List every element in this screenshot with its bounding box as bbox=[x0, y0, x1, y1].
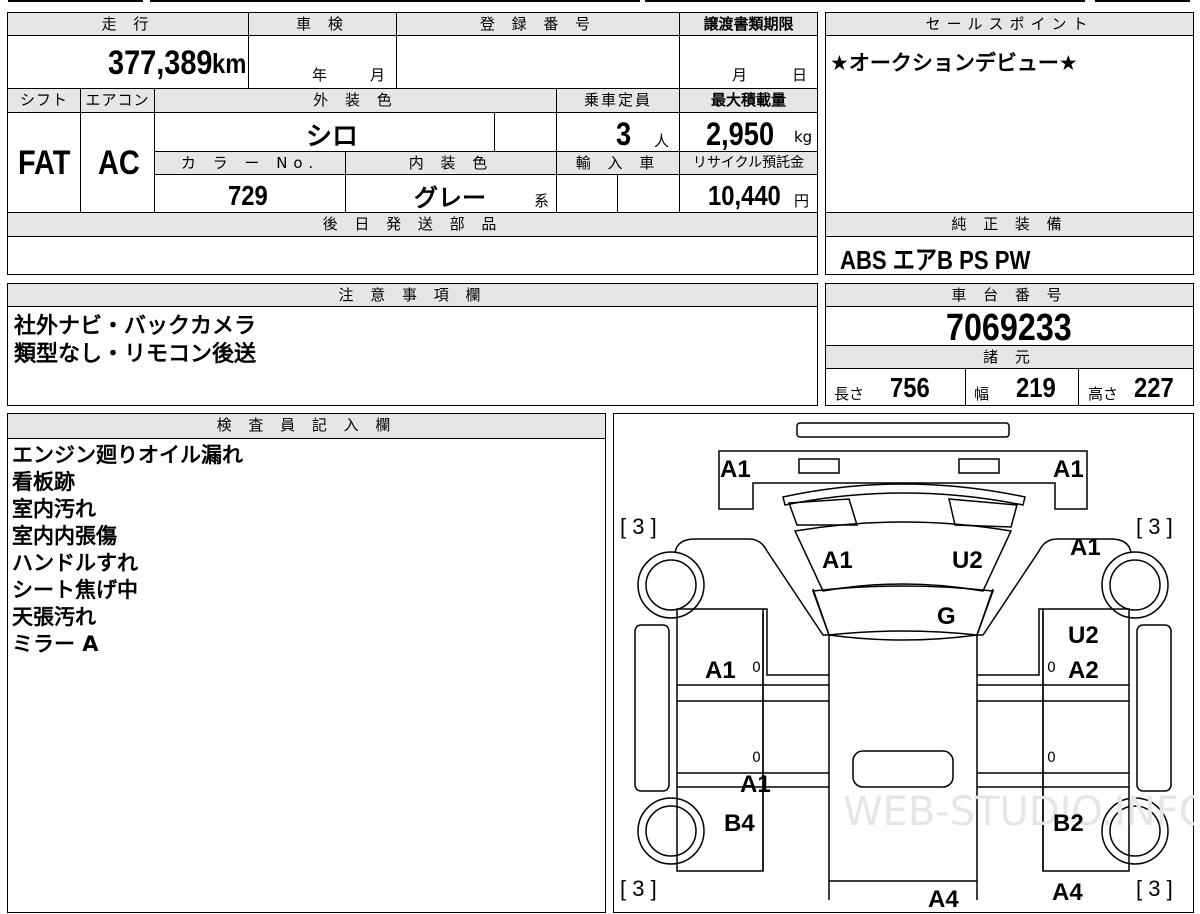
max-load-unit: kg bbox=[794, 128, 813, 146]
length-label: 長さ bbox=[834, 385, 865, 403]
shift-value: FAT bbox=[18, 144, 71, 182]
import-header: 輸 入 車 bbox=[556, 151, 680, 175]
sales-point-header: セールスポイント bbox=[825, 12, 1194, 36]
inspector-line-8: ミラー A bbox=[12, 632, 99, 656]
mark-zero: 0 bbox=[1047, 750, 1056, 766]
aircon-value: AC bbox=[98, 144, 140, 182]
chassis-number: 7069233 bbox=[946, 307, 1072, 349]
mark-zero: 0 bbox=[1047, 660, 1056, 676]
max-load-header: 最大積載量 bbox=[679, 88, 818, 113]
capacity-header: 乗車定員 bbox=[556, 88, 680, 113]
inspection-header: 車 検 bbox=[248, 12, 397, 36]
inspector-header: 検 査 員 記 入 欄 bbox=[7, 413, 606, 439]
mark-rear-center-bottom: A4 bbox=[928, 886, 959, 913]
interior-color-suffix: 系 bbox=[534, 192, 550, 210]
top-edge-line bbox=[645, 0, 1085, 2]
mark-front-right-top: A1 bbox=[1053, 456, 1084, 483]
chassis-header: 車 台 番 号 bbox=[825, 283, 1194, 307]
mark-front-left-top: A1 bbox=[720, 456, 751, 483]
sales-point-box bbox=[825, 12, 1194, 213]
transfer-deadline-header: 譲渡書類期限 bbox=[679, 12, 818, 36]
mark-windshield-right: U2 bbox=[952, 547, 983, 574]
mark-right-door: A2 bbox=[1068, 657, 1099, 684]
sales-point-text: ★オークションデビュー★ bbox=[830, 51, 1078, 75]
watermark-text: WEB-STUDIO.INFO bbox=[843, 789, 1194, 835]
genuine-equipment-header: 純 正 装 備 bbox=[825, 212, 1194, 237]
capacity-unit: 人 bbox=[654, 132, 670, 150]
notes-line-2: 類型なし・リモコン後送 bbox=[14, 342, 257, 367]
notes-line-1: 社外ナビ・バックカメラ bbox=[14, 314, 257, 339]
mark-zero: 0 bbox=[752, 750, 761, 766]
divider bbox=[396, 36, 397, 88]
max-load-value: 2,950 bbox=[706, 116, 775, 152]
exterior-color-header: 外 装 色 bbox=[154, 88, 557, 113]
mark-tire-fl: [ 3 ] bbox=[620, 514, 657, 539]
later-parts-header: 後 日 発 送 部 品 bbox=[7, 212, 818, 237]
color-no-value: 729 bbox=[228, 180, 268, 211]
inspector-line-2: 看板跡 bbox=[12, 470, 75, 494]
mark-tire-fr: [ 3 ] bbox=[1136, 514, 1173, 539]
top-edge-line bbox=[150, 0, 640, 2]
inspector-line-5: ハンドルすれ bbox=[12, 551, 138, 575]
mark-left-door: A1 bbox=[705, 657, 736, 684]
truck-diagram: WEB-STUDIO.INFO bbox=[634, 422, 1194, 900]
registration-header: 登 録 番 号 bbox=[396, 12, 680, 36]
exterior-color-value: シロ bbox=[306, 122, 359, 152]
mark-hood: G bbox=[937, 603, 956, 630]
aircon-header: エアコン bbox=[80, 88, 155, 113]
divider bbox=[494, 113, 495, 151]
color-no-header: カ ラ ー No. bbox=[154, 151, 346, 175]
inspection-month-label: 月 bbox=[370, 66, 386, 84]
interior-color-header: 内 装 色 bbox=[345, 151, 557, 175]
recycle-fee-value: 10,440 bbox=[708, 180, 781, 211]
inspector-line-7: 天張汚れ bbox=[12, 605, 96, 629]
notes-header: 注 意 事 項 欄 bbox=[7, 283, 818, 307]
genuine-equipment-text: ABS エアB PS PW bbox=[840, 245, 1031, 275]
divider bbox=[679, 36, 680, 88]
mark-tire-rl: [ 3 ] bbox=[620, 876, 657, 901]
mark-left-lower: A1 bbox=[740, 771, 771, 798]
mark-rear-right-bottom: A4 bbox=[1052, 879, 1083, 906]
divider bbox=[80, 113, 81, 213]
inspector-line-1: エンジン廻りオイル漏れ bbox=[12, 443, 243, 467]
divider bbox=[345, 174, 346, 213]
mark-tire-rr: [ 3 ] bbox=[1136, 876, 1173, 901]
mark-rear-right: B2 bbox=[1053, 810, 1084, 837]
width-value: 219 bbox=[1016, 372, 1056, 403]
transfer-month-label: 月 bbox=[732, 66, 748, 84]
inspector-line-6: シート焦げ中 bbox=[12, 578, 138, 602]
mileage-header: 走 行 bbox=[7, 12, 249, 36]
recycle-fee-unit: 円 bbox=[794, 192, 810, 210]
mark-fender-right: A1 bbox=[1070, 534, 1101, 561]
mileage-value: 377,389 bbox=[108, 44, 213, 82]
top-edge-line bbox=[1095, 0, 1190, 2]
inspector-box bbox=[7, 413, 606, 913]
inspection-year-label: 年 bbox=[312, 66, 328, 84]
divider bbox=[617, 174, 618, 213]
mark-rear-left: B4 bbox=[724, 810, 755, 837]
inspector-line-3: 室内汚れ bbox=[12, 497, 96, 521]
height-label: 高さ bbox=[1088, 385, 1119, 403]
divider bbox=[965, 369, 966, 406]
transfer-day-label: 日 bbox=[792, 66, 808, 84]
inspector-line-4: 室内内張傷 bbox=[12, 524, 117, 548]
mark-right-door-upper: U2 bbox=[1068, 622, 1099, 649]
mark-zero: 0 bbox=[752, 660, 761, 676]
shift-header: シフト bbox=[7, 88, 81, 113]
capacity-value: 3 bbox=[616, 116, 632, 152]
width-label: 幅 bbox=[974, 385, 990, 403]
mileage-unit: km bbox=[212, 48, 247, 79]
divider bbox=[248, 36, 249, 88]
top-edge-line bbox=[8, 0, 143, 2]
recycle-fee-header: リサイクル預託金 bbox=[679, 151, 818, 175]
mark-windshield-left: A1 bbox=[822, 547, 853, 574]
specs-header: 諸 元 bbox=[825, 345, 1194, 369]
length-value: 756 bbox=[890, 372, 930, 403]
height-value: 227 bbox=[1134, 372, 1174, 403]
interior-color-value: グレー bbox=[414, 184, 486, 212]
divider bbox=[1078, 369, 1079, 406]
